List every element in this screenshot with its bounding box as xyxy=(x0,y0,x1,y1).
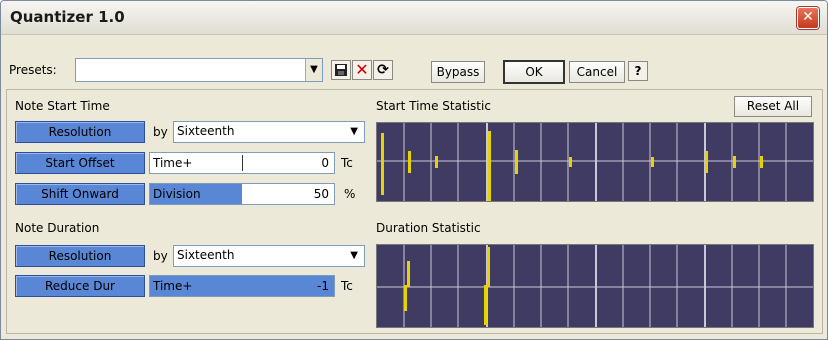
cancel-button[interactable]: Cancel xyxy=(569,61,625,83)
help-icon[interactable]: ? xyxy=(628,61,648,81)
start-offset-button[interactable]: Start Offset xyxy=(15,152,145,174)
duration-marker xyxy=(404,285,407,311)
start-marker xyxy=(705,151,708,173)
title-bar: Quantizer 1.0 ✕ xyxy=(1,1,827,35)
start-offset-value: 0 xyxy=(321,156,329,170)
reduce-value: -1 xyxy=(317,279,329,293)
duration-marker xyxy=(487,247,490,287)
duration-graph xyxy=(376,244,814,328)
shift-onward-field[interactable]: Division 50 xyxy=(149,183,335,205)
start-offset-mode: Time+ xyxy=(153,156,193,170)
duration-resolution-button[interactable]: Resolution xyxy=(15,245,145,267)
start-stat-title: Start Time Statistic xyxy=(376,99,491,113)
chevron-down-icon: ▼ xyxy=(350,126,358,137)
duration-marker xyxy=(484,285,487,325)
duration-heading: Note Duration xyxy=(15,221,100,235)
offset-center-divider xyxy=(242,155,243,171)
presets-label: Presets: xyxy=(9,63,57,77)
start-heading: Note Start Time xyxy=(15,99,110,113)
start-marker xyxy=(435,156,438,168)
reduce-mode: Time+ xyxy=(153,279,193,293)
bypass-button[interactable]: Bypass xyxy=(431,61,485,83)
duration-resolution-value: Sixteenth xyxy=(177,248,235,262)
shift-mode: Division xyxy=(153,187,201,201)
start-resolution-select[interactable]: Sixteenth ▼ xyxy=(173,121,365,143)
start-marker xyxy=(488,131,491,201)
duration-resolution-select[interactable]: Sixteenth ▼ xyxy=(173,245,365,267)
chevron-down-icon[interactable]: ▼ xyxy=(305,59,322,81)
refresh-icon[interactable]: ⟳ xyxy=(373,60,393,80)
reset-all-button[interactable]: Reset All xyxy=(734,96,812,117)
duration-by-label: by xyxy=(153,249,168,263)
delete-icon[interactable]: ✕ xyxy=(352,60,372,80)
shift-value: 50 xyxy=(313,187,329,201)
start-time-graph xyxy=(376,122,814,202)
start-by-label: by xyxy=(153,125,168,139)
duration-marker xyxy=(407,261,410,287)
start-offset-field[interactable]: Time+ 0 xyxy=(149,152,335,174)
shift-onward-button[interactable]: Shift Onward xyxy=(15,183,145,205)
start-marker xyxy=(733,156,736,168)
duration-stat-title: Duration Statistic xyxy=(376,221,481,235)
presets-combo[interactable]: ▼ xyxy=(75,58,323,82)
reduce-dur-button[interactable]: Reduce Dur xyxy=(15,275,145,297)
shift-unit: % xyxy=(344,187,356,201)
ok-button[interactable]: OK xyxy=(503,60,565,84)
start-marker xyxy=(569,157,572,167)
start-resolution-button[interactable]: Resolution xyxy=(15,121,145,143)
reduce-dur-field[interactable]: Time+ -1 xyxy=(149,275,335,297)
close-icon[interactable]: ✕ xyxy=(797,7,819,29)
reduce-unit: Tc xyxy=(341,279,353,293)
start-marker xyxy=(408,151,411,173)
start-marker xyxy=(381,133,384,195)
start-marker xyxy=(651,157,654,167)
start-marker xyxy=(760,156,763,168)
chevron-down-icon: ▼ xyxy=(350,250,358,261)
start-offset-unit: Tc xyxy=(341,156,353,170)
quantizer-window: Quantizer 1.0 ✕ Presets: ▼ ✕ ⟳ Bypass OK… xyxy=(0,0,828,340)
save-icon[interactable] xyxy=(331,60,351,80)
window-title: Quantizer 1.0 xyxy=(10,8,125,26)
start-marker xyxy=(515,150,518,174)
start-resolution-value: Sixteenth xyxy=(177,124,235,138)
